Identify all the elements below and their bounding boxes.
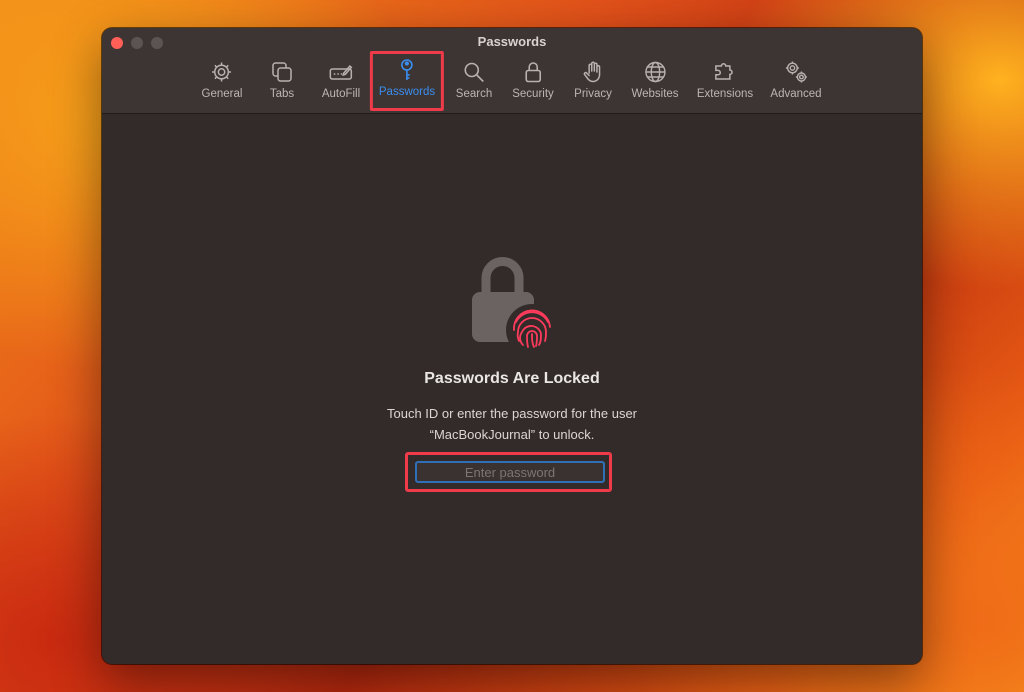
preferences-tabs: General Tabs AutoFill Passwords Search S… xyxy=(102,51,922,111)
tab-autofill[interactable]: AutoFill xyxy=(322,58,360,110)
tab-advanced[interactable]: Advanced xyxy=(770,58,822,110)
password-input[interactable] xyxy=(415,461,605,483)
tab-security[interactable]: Security xyxy=(512,58,554,110)
gear-icon xyxy=(208,58,236,86)
tab-extensions[interactable]: Extensions xyxy=(697,58,753,110)
tab-label: Tabs xyxy=(269,88,295,100)
fingerprint-icon xyxy=(506,304,558,356)
unlock-message-line-1: Touch ID or enter the password for the u… xyxy=(386,406,637,421)
gears-icon xyxy=(782,58,810,86)
tab-websites[interactable]: Websites xyxy=(631,58,679,110)
hand-icon xyxy=(579,58,607,86)
locked-panel: Passwords Are Locked Touch ID or enter t… xyxy=(102,114,922,664)
tab-label: Search xyxy=(455,88,493,100)
toolbar: Passwords General Tabs AutoFill Password… xyxy=(102,28,922,114)
tabs-icon xyxy=(268,58,296,86)
unlock-message: Touch ID or enter the password for the u… xyxy=(102,403,922,445)
preferences-window: Passwords General Tabs AutoFill Password… xyxy=(102,28,922,664)
search-icon xyxy=(460,58,488,86)
tab-privacy[interactable]: Privacy xyxy=(574,58,612,110)
tab-label: Extensions xyxy=(696,88,754,100)
tab-tabs[interactable]: Tabs xyxy=(268,58,296,110)
unlock-message-line-2: “MacBookJournal” to unlock. xyxy=(429,427,595,442)
lock-touchid-icon xyxy=(468,248,558,358)
tab-label: General xyxy=(201,88,243,100)
tab-label: AutoFill xyxy=(321,88,361,100)
puzzle-icon xyxy=(711,58,739,86)
globe-icon xyxy=(641,58,669,86)
tab-label: Privacy xyxy=(574,88,612,100)
autofill-icon xyxy=(327,58,355,86)
tab-label: Advanced xyxy=(770,88,822,100)
tab-search[interactable]: Search xyxy=(456,58,492,110)
tab-label: Websites xyxy=(631,88,679,100)
window-title: Passwords xyxy=(477,34,547,49)
tab-label: Security xyxy=(512,88,554,100)
tab-general[interactable]: General xyxy=(201,58,243,110)
key-icon xyxy=(393,56,421,84)
tab-passwords[interactable]: Passwords xyxy=(369,51,445,111)
tab-label: Passwords xyxy=(378,86,436,98)
lock-icon xyxy=(519,58,547,86)
locked-heading: Passwords Are Locked xyxy=(424,370,600,387)
